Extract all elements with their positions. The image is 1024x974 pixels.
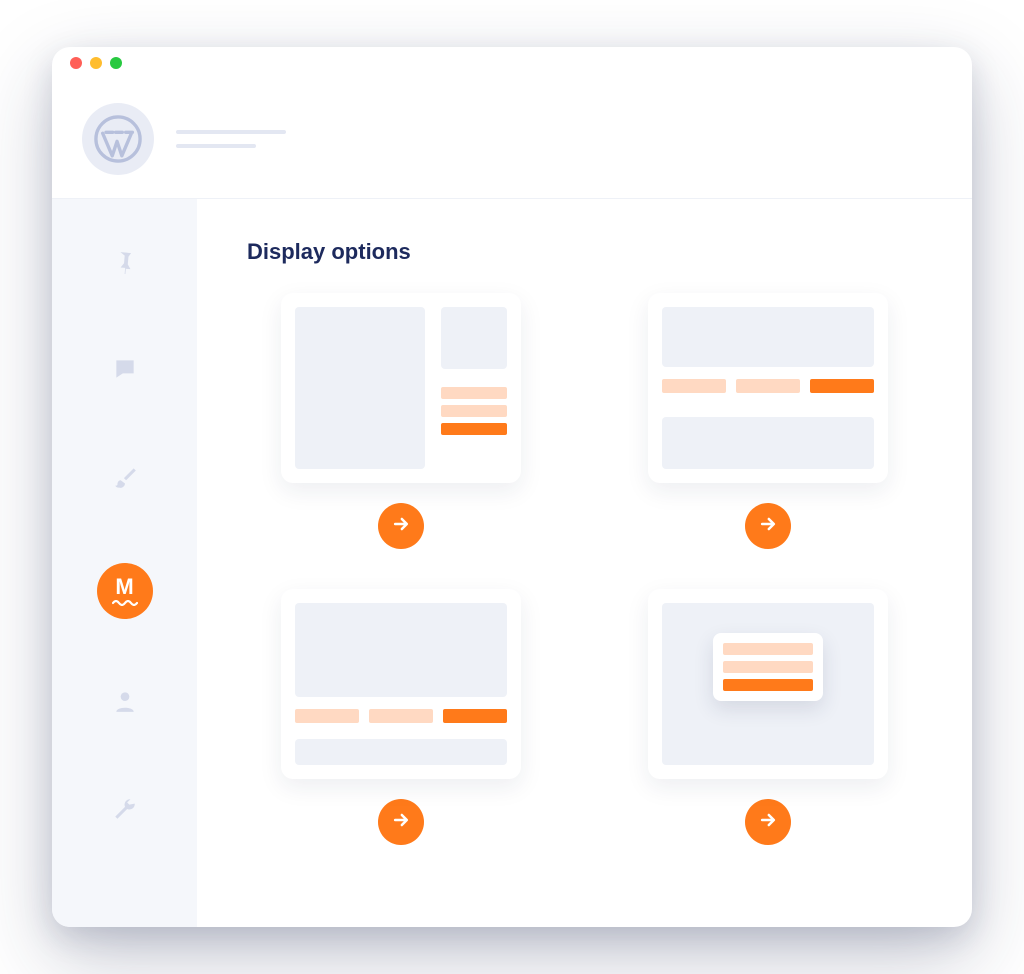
layout-preview-banner-row[interactable] (648, 293, 888, 483)
placeholder-block (295, 739, 507, 765)
accent-bar-light (662, 379, 726, 393)
display-option-sidebar (247, 293, 555, 549)
placeholder-block (441, 307, 507, 369)
accent-bar-light (295, 709, 359, 723)
app-header (52, 79, 972, 199)
sidebar-item-appearance[interactable] (101, 455, 149, 503)
window-close-button[interactable] (70, 57, 82, 69)
accent-bar-light (369, 709, 433, 723)
arrow-right-icon (391, 514, 411, 539)
accent-bar-light (723, 643, 813, 655)
sidebar-item-users[interactable] (101, 679, 149, 727)
placeholder-block (295, 603, 507, 697)
sidebar-item-plugin-m[interactable]: M (97, 563, 153, 619)
main-content: Display options (197, 199, 972, 927)
sidebar-item-pin[interactable] (101, 239, 149, 287)
user-icon (112, 688, 138, 719)
sidebar-item-tools[interactable] (101, 787, 149, 835)
browser-window: M Display options (52, 47, 972, 927)
placeholder-block (295, 307, 425, 469)
brush-icon (112, 464, 138, 495)
popup-preview (713, 633, 823, 701)
pin-icon (112, 248, 138, 279)
accent-bar-light (441, 405, 507, 417)
comment-icon (112, 356, 138, 387)
window-titlebar (52, 47, 972, 79)
accent-bar-solid (441, 423, 507, 435)
accent-bar-solid (723, 679, 813, 691)
accent-bar-light (736, 379, 800, 393)
display-options-grid (247, 293, 922, 845)
accent-bar-light (723, 661, 813, 673)
arrow-right-icon (758, 514, 778, 539)
section-title: Display options (247, 239, 922, 265)
accent-bar-light (441, 387, 507, 399)
select-layout-button[interactable] (378, 503, 424, 549)
window-minimize-button[interactable] (90, 57, 102, 69)
layout-preview-sidebar[interactable] (281, 293, 521, 483)
layout-preview-popup[interactable] (648, 589, 888, 779)
window-maximize-button[interactable] (110, 57, 122, 69)
accent-bar-solid (810, 379, 874, 393)
wave-underline-icon (112, 600, 138, 606)
display-option-banner-row (615, 293, 923, 549)
sidebar-item-comments[interactable] (101, 347, 149, 395)
wordpress-logo (82, 103, 154, 175)
placeholder-block (662, 417, 874, 469)
display-option-popup (615, 589, 923, 845)
admin-sidebar: M (52, 199, 197, 927)
select-layout-button[interactable] (745, 799, 791, 845)
header-placeholder-text (176, 130, 286, 148)
select-layout-button[interactable] (745, 503, 791, 549)
layout-preview-banner-bottom[interactable] (281, 589, 521, 779)
display-option-banner-bottom (247, 589, 555, 845)
select-layout-button[interactable] (378, 799, 424, 845)
accent-bar-solid (443, 709, 507, 723)
arrow-right-icon (758, 810, 778, 835)
arrow-right-icon (391, 810, 411, 835)
wrench-icon (112, 796, 138, 827)
placeholder-block (662, 307, 874, 367)
m-logo-icon: M (115, 576, 133, 598)
